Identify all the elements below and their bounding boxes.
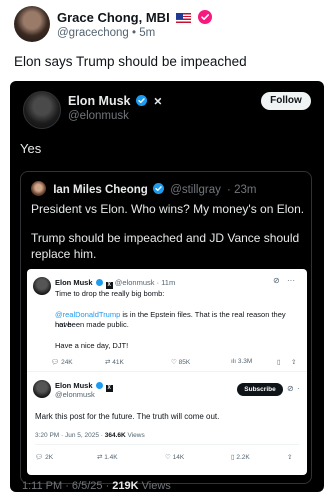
author-name[interactable]: Grace Chong, MBI xyxy=(57,10,170,25)
follow-button[interactable]: Follow xyxy=(261,92,311,110)
share-icon: ⇪ xyxy=(291,359,297,366)
like-icon: ♡ xyxy=(165,454,171,461)
verified-badge-icon xyxy=(197,10,212,24)
like-icon: ♡ xyxy=(171,359,177,366)
quote-author-avatar[interactable] xyxy=(31,181,46,196)
shot-tweet1-author: Elon Musk xyxy=(55,278,93,287)
embed-author-avatar[interactable] xyxy=(23,91,61,129)
shot-avatar-1 xyxy=(33,277,51,295)
repost-icon: ⇄ xyxy=(105,359,111,366)
verified-badge-icon xyxy=(95,382,103,389)
quote-header: Ian Miles Cheong @stillgray · 23m xyxy=(31,181,256,196)
verified-badge-icon xyxy=(95,279,103,286)
more-icon: · xyxy=(297,384,300,393)
repost-stat: ⇄ 1.4K xyxy=(97,454,118,461)
reply-icon: 💬︎ xyxy=(35,454,44,461)
x-logo-icon: X xyxy=(105,282,113,289)
x-logo-icon: X xyxy=(105,385,113,392)
reply-stat: 💬︎ 2K xyxy=(35,454,54,461)
reply-stat: 💬︎ 24K xyxy=(51,359,73,366)
embed-tweet-text: Yes xyxy=(20,141,42,156)
shot-subscribe-button: Subscribe xyxy=(237,383,283,396)
embedded-tweet-card[interactable]: Elon Musk ✕ @elonmusk Follow Yes Ian Mil… xyxy=(10,81,324,492)
verified-badge-icon xyxy=(136,95,147,106)
author-name-row: Grace Chong, MBI xyxy=(57,10,212,25)
grok-icon: ⊘ xyxy=(287,384,294,393)
quote-author-name[interactable]: Ian Miles Cheong xyxy=(53,184,148,196)
views-stat: ılı 3.3M xyxy=(231,358,253,365)
shot-avatar-2 xyxy=(33,380,51,398)
shot-mention: @realDonaldTrump xyxy=(55,310,121,319)
quote-author-handle[interactable]: @stillgray xyxy=(170,184,221,196)
shot-tweet1-header: Elon Musk X @elonmusk · 11m xyxy=(55,278,175,289)
shot-tweet2-author: Elon Musk xyxy=(55,381,93,390)
grok-icon: ⊘ xyxy=(273,276,280,285)
x-logo-icon: ✕ xyxy=(153,96,163,108)
shot-tweet2-text: Mark this post for the future. The truth… xyxy=(35,412,220,421)
like-stat: ♡ 14K xyxy=(165,454,185,461)
quote-text-line1: President vs Elon. Who wins? My money's … xyxy=(31,202,305,216)
embed-view-count: 219K xyxy=(112,480,139,492)
shot-tweet1-line4: Have a nice day, DJT! xyxy=(55,341,129,350)
quote-age: · 23m xyxy=(227,184,257,196)
embed-author-name[interactable]: Elon Musk xyxy=(68,94,131,108)
repost-stat: ⇄ 41K xyxy=(105,359,124,366)
shot-tweet2-handle: @elonmusk xyxy=(55,390,95,399)
shot-tweet2-meta: 3:20 PM · Jun 5, 2025 · 364.6K Views xyxy=(35,432,145,439)
shot-divider xyxy=(27,371,307,372)
post-text: Elon says Trump should be impeached xyxy=(14,54,247,69)
embed-meta: 1:11 PM · 6/5/25 · 219K Views xyxy=(22,480,171,492)
bookmark-icon: ▯ xyxy=(277,359,281,366)
author-handle[interactable]: @gracechong xyxy=(57,27,129,39)
verified-badge-icon xyxy=(152,183,164,194)
quote-text-line2: Trump should be impeached and JD Vance s… xyxy=(31,231,300,262)
shot-tweet2-handle-row: @elonmusk xyxy=(55,390,95,399)
shot-tweet1-line1: Time to drop the really big bomb: xyxy=(55,289,165,298)
attached-screenshot-image[interactable]: Elon Musk X @elonmusk · 11m ⊘ ··· Time t… xyxy=(27,269,307,475)
like-stat: ♡ 85K xyxy=(171,359,191,366)
shot-tweet1-actions: 💬︎ 24K ⇄ 41K ♡ 85K ılı 3.3M ▯ ⇪ xyxy=(51,358,301,368)
reply-icon: 💬︎ xyxy=(51,359,60,366)
embed-author-handle[interactable]: @elonmusk xyxy=(68,110,129,122)
bookmark-stat: ▯ 2.2K xyxy=(231,454,250,461)
bookmark-icon: ▯ xyxy=(231,454,235,461)
separator-dot: • xyxy=(131,27,137,39)
embed-timestamp[interactable]: 1:11 PM · 6/5/25 · xyxy=(22,480,112,492)
embed-views-label: Views xyxy=(138,480,171,492)
more-icon: ··· xyxy=(287,276,295,285)
shot-divider xyxy=(35,444,299,445)
shot-tweet1-handle: @elonmusk xyxy=(114,278,155,287)
post-header: Grace Chong, MBI @gracechong • 5m xyxy=(14,6,326,44)
share-icon: ⇪ xyxy=(287,454,293,461)
repost-icon: ⇄ xyxy=(97,454,103,461)
us-flag-icon xyxy=(176,13,192,23)
shot-tweet1-age: · 11m xyxy=(156,278,176,287)
post-age[interactable]: 5m xyxy=(139,27,155,39)
quoted-tweet[interactable]: Ian Miles Cheong @stillgray · 23m Presid… xyxy=(20,171,312,484)
embed-author-name-row: Elon Musk ✕ xyxy=(68,94,162,108)
views-icon: ılı xyxy=(231,358,237,365)
author-avatar[interactable] xyxy=(14,6,50,42)
author-handle-row: @gracechong • 5m xyxy=(57,27,155,39)
shot-tweet1-line3: not been made public. xyxy=(55,320,129,329)
shot-tweet2-actions: 💬︎ 2K ⇄ 1.4K ♡ 14K ▯ 2.2K ⇪ xyxy=(35,453,299,463)
